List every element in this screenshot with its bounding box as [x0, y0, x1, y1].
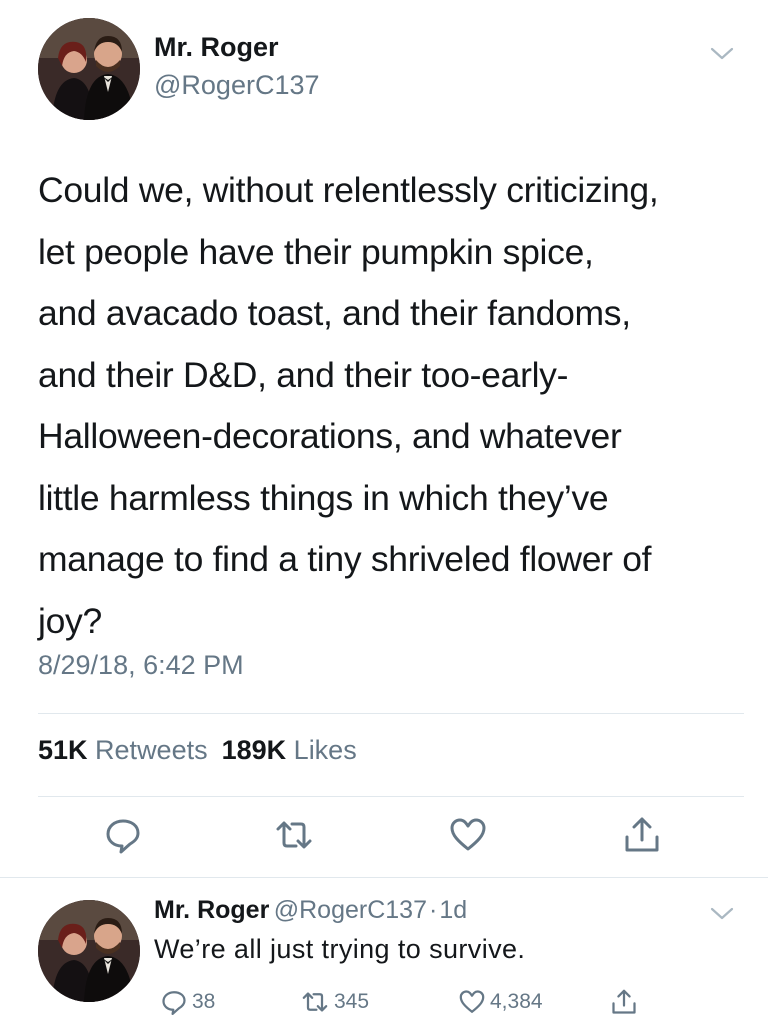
reply-reply-button[interactable]: 38	[160, 988, 215, 1016]
reply-separator: ·	[429, 896, 438, 924]
divider	[0, 877, 768, 878]
reply-like-button[interactable]: 4,384	[458, 988, 543, 1016]
tweet-text-line: joy?	[38, 600, 102, 641]
chevron-down-icon[interactable]	[708, 904, 736, 924]
retweets-label: Retweets	[95, 735, 208, 765]
reply-replies-count: 38	[192, 990, 216, 1013]
avatar[interactable]	[38, 18, 140, 120]
retweets-stat[interactable]: 51K Retweets	[38, 735, 208, 765]
reply-retweets-count: 345	[334, 990, 370, 1013]
divider	[38, 713, 744, 714]
speech-bubble-icon	[162, 991, 186, 1016]
likes-label: Likes	[293, 735, 357, 765]
reply-header: Mr. Roger @RogerC137·1d	[154, 896, 754, 925]
retweet-icon	[302, 992, 328, 1012]
retweets-count: 51K	[38, 735, 88, 765]
tweet-text-line: manage to find a tiny shriveled flower o…	[38, 539, 652, 579]
chevron-down-icon[interactable]	[708, 44, 736, 64]
heart-icon	[459, 990, 485, 1013]
reply-avatar[interactable]	[38, 900, 140, 1002]
share-icon	[612, 989, 636, 1014]
author-handle[interactable]: @RogerC137	[154, 70, 320, 101]
tweet-text: Could we, without relentlessly criticizi…	[38, 160, 738, 652]
reply-author-handle[interactable]: @RogerC137	[274, 896, 427, 924]
speech-bubble-icon[interactable]	[103, 815, 143, 855]
tweet-text-line: little harmless things in which they’ve	[38, 477, 609, 518]
heart-icon[interactable]	[448, 815, 488, 855]
likes-stat[interactable]: 189K Likes	[222, 735, 357, 765]
reply-text: We’re all just trying to survive.	[154, 934, 526, 964]
divider	[38, 796, 744, 797]
tweet-timestamp[interactable]: 8/29/18, 6:42 PM	[38, 650, 244, 681]
tweet-text-line: and avacado toast, and their fandoms,	[38, 293, 631, 333]
tweet-stats: 51K Retweets 189K Likes	[38, 735, 357, 766]
reply-retweet-button[interactable]: 345	[300, 988, 369, 1016]
reply-share-button[interactable]	[610, 988, 642, 1016]
reply-likes-count: 4,384	[490, 990, 543, 1013]
tweet-text-line: Halloween-decorations, and whatever	[38, 416, 622, 456]
reply-age[interactable]: 1d	[439, 896, 467, 924]
reply-author-name[interactable]: Mr. Roger	[154, 896, 269, 924]
tweet-text-line: let people have their pumpkin spice,	[38, 231, 594, 272]
tweet-text-line: and their D&D, and their too-early-	[38, 354, 569, 395]
share-icon[interactable]	[622, 815, 662, 855]
retweet-icon[interactable]	[274, 815, 314, 855]
author-name[interactable]: Mr. Roger	[154, 32, 279, 63]
tweet-text-line: Could we, without relentlessly criticizi…	[38, 170, 659, 210]
likes-count: 189K	[221, 735, 287, 765]
